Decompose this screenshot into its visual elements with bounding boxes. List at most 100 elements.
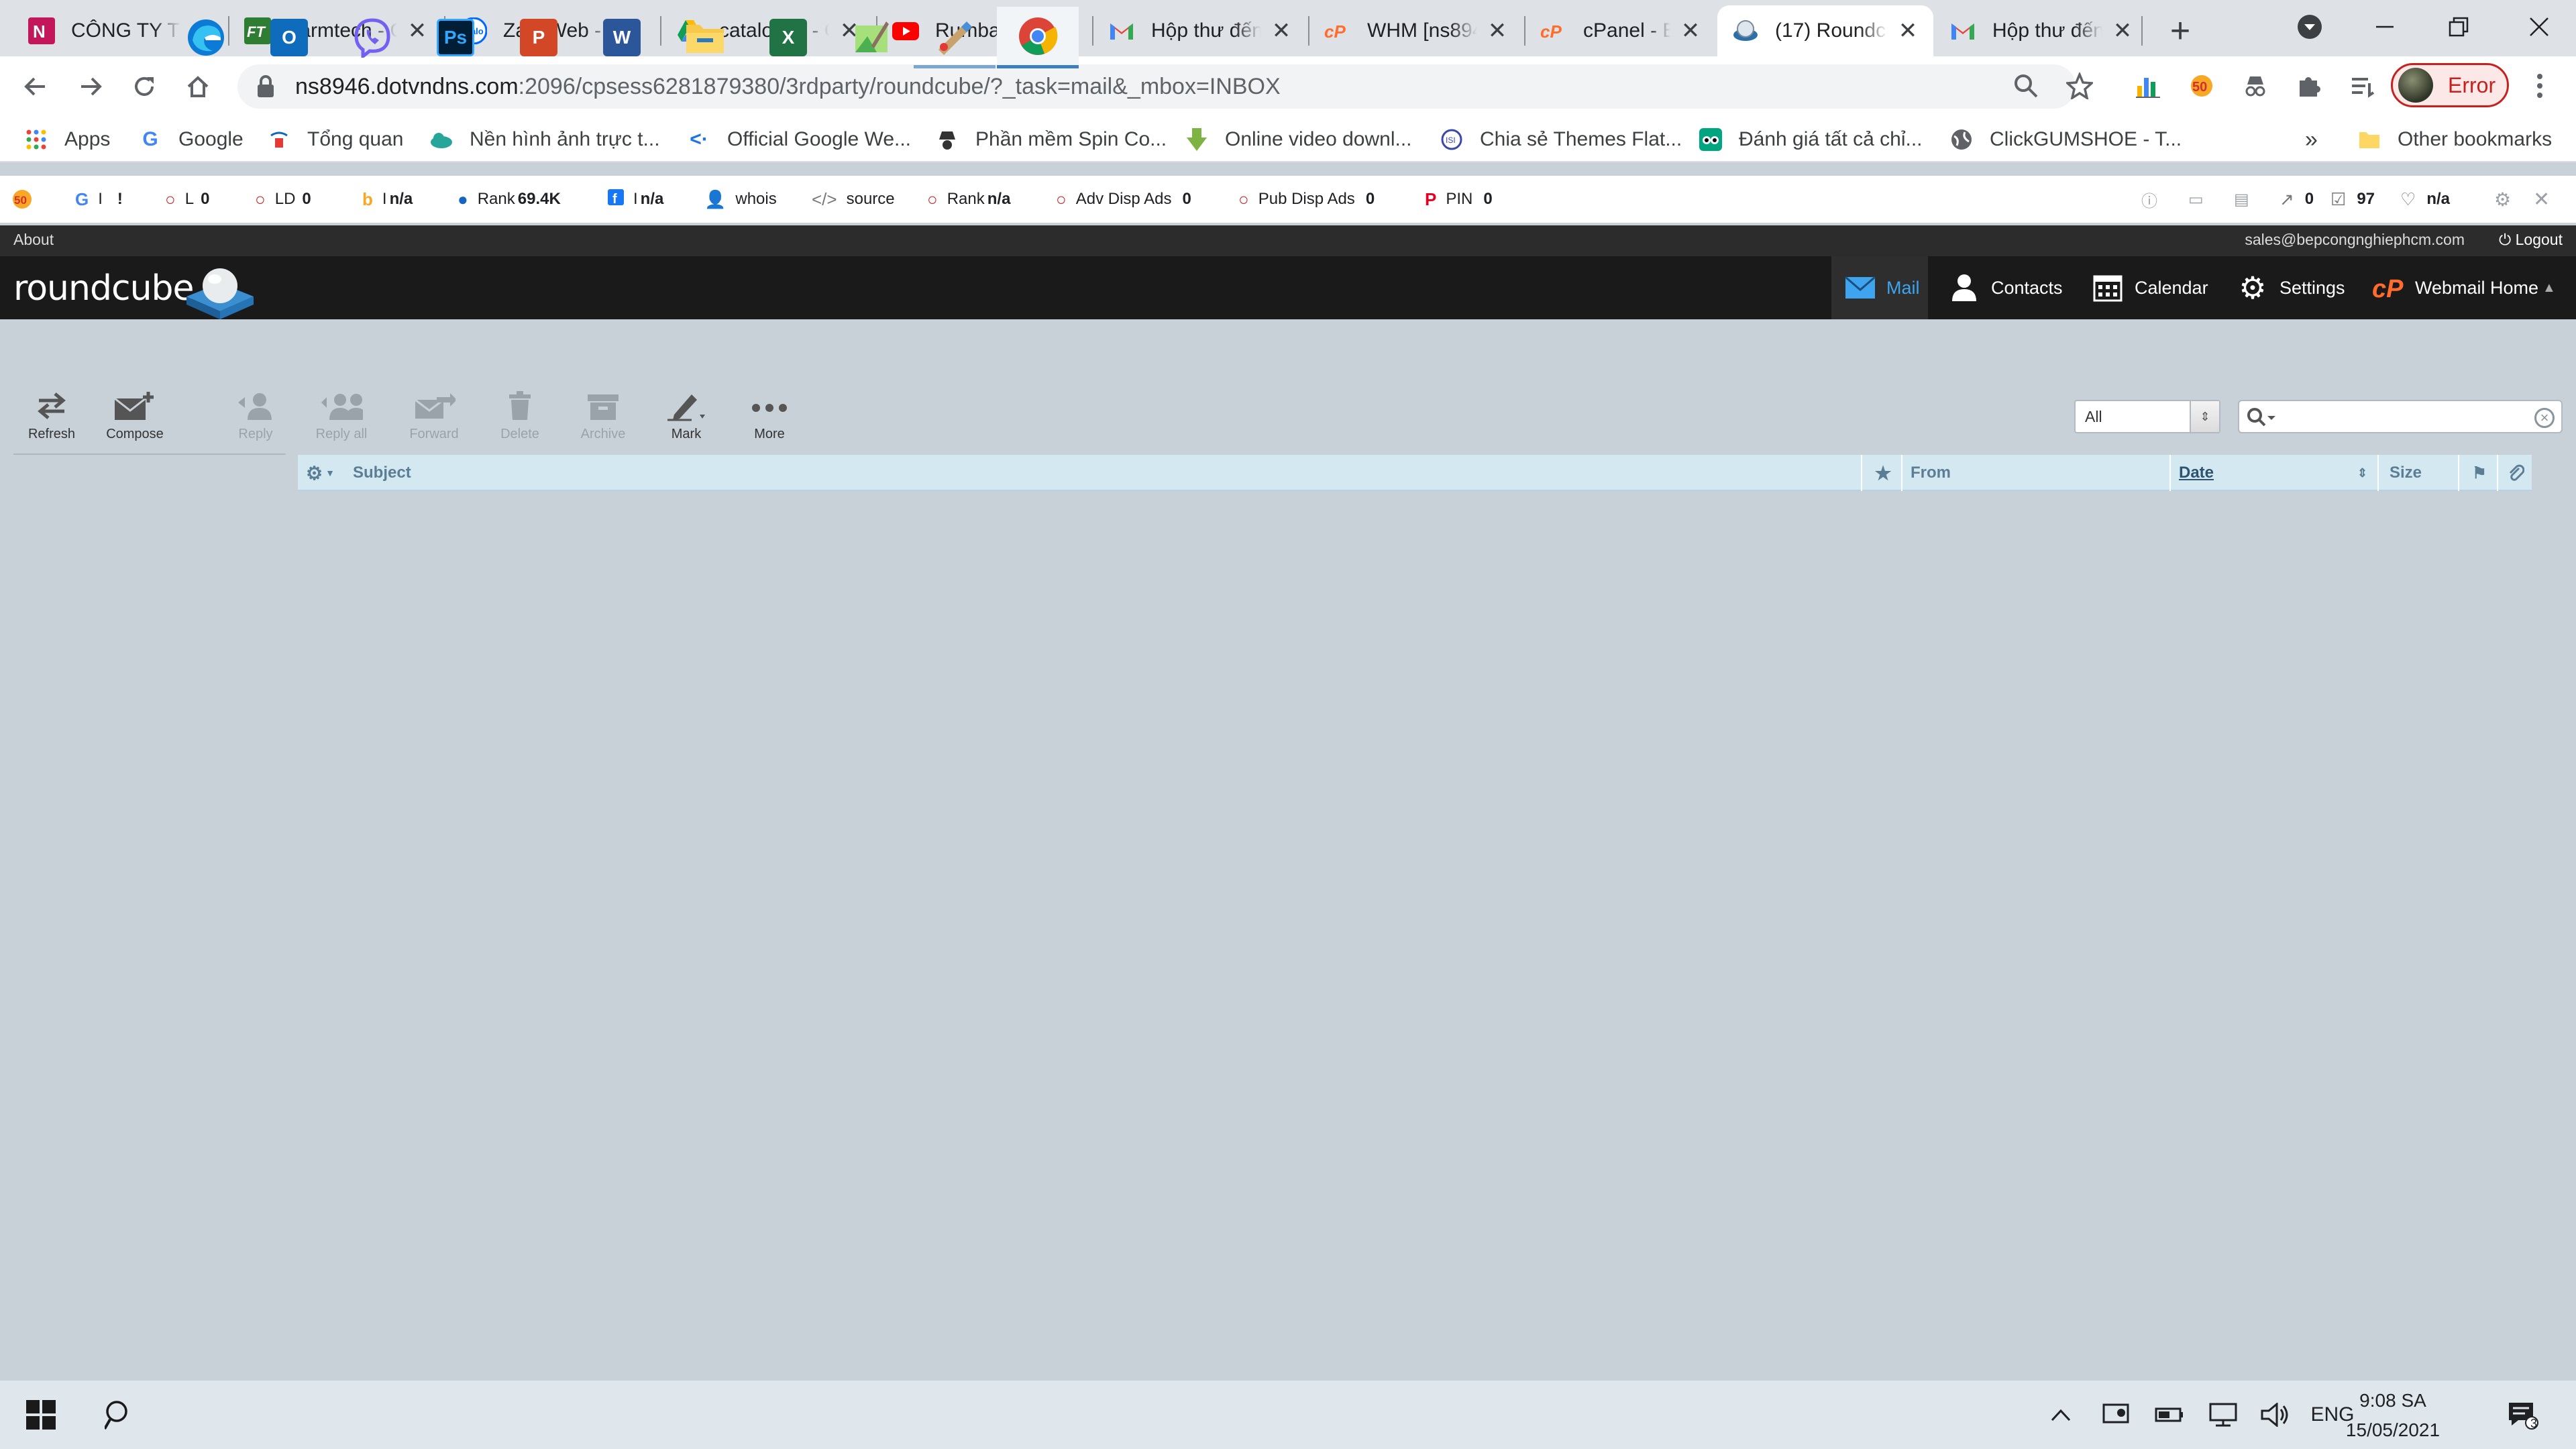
column-subject[interactable]: Subject	[353, 455, 411, 491]
reading-list-icon[interactable]	[2344, 67, 2381, 105]
seo-l-metric[interactable]: ○ L 0	[165, 176, 209, 223]
page-icon[interactable]: ▤	[2234, 176, 2249, 223]
close-icon[interactable]: ✕	[1677, 17, 1704, 44]
forward-button[interactable]: Forward	[397, 389, 471, 443]
seoquake-extension-icon[interactable]: 50	[2183, 67, 2220, 105]
bookmark-star-icon[interactable]	[2063, 70, 2096, 102]
info-icon[interactable]: ⓘ	[2141, 176, 2157, 223]
seo-adv-disp-ads[interactable]: ○ Adv Disp Ads 0	[1056, 176, 1191, 223]
message-filter-select[interactable]: All ⇕	[2074, 400, 2220, 433]
display-settings-icon[interactable]	[2096, 1381, 2136, 1449]
word-icon[interactable]: W	[581, 7, 663, 68]
compose-button[interactable]: Compose	[98, 389, 172, 443]
zoom-icon[interactable]	[2010, 70, 2042, 102]
volume-icon[interactable]	[2255, 1381, 2296, 1449]
seo-whois[interactable]: 👤 whois	[704, 176, 777, 223]
archive-button[interactable]: Archive	[566, 389, 640, 443]
paint-icon[interactable]	[914, 7, 996, 68]
excel-icon[interactable]: X	[747, 7, 829, 68]
column-flag-icon[interactable]: ⚑	[2466, 455, 2493, 491]
bookmark-clickgumshoe[interactable]: ClickGUMSHOE - T...	[1949, 123, 2182, 156]
restore-icon[interactable]	[2422, 0, 2496, 54]
incognito-extension-icon[interactable]	[2237, 67, 2274, 105]
viber-icon[interactable]	[331, 7, 413, 68]
network-icon[interactable]	[2203, 1381, 2243, 1449]
bookmark-nen-hinh-anh[interactable]: Nền hình ảnh trực t...	[429, 123, 660, 156]
tab-gmail-1[interactable]: Hộp thư đến ✕	[1093, 5, 1307, 56]
clear-search-icon[interactable]: ×	[2534, 408, 2555, 428]
bookmark-tong-quan[interactable]: Tổng quan	[267, 123, 403, 156]
seo-heart-score[interactable]: ♡ n/a	[2400, 176, 2450, 223]
chrome-menu-icon[interactable]	[2521, 67, 2559, 105]
task-menu-chevron-icon[interactable]: ▲	[2542, 256, 2556, 319]
back-icon[interactable]	[15, 66, 56, 107]
file-explorer-icon[interactable]	[664, 7, 746, 68]
seo-external-links[interactable]: ↗ 0	[2279, 176, 2314, 223]
task-calendar[interactable]: Calendar	[2078, 256, 2222, 319]
list-options-gear-icon[interactable]: ⚙ ▼	[306, 455, 335, 491]
image-viewer-icon[interactable]	[830, 7, 912, 68]
task-mail[interactable]: Mail	[1831, 256, 1928, 319]
notification-center-icon[interactable]: 3	[2496, 1381, 2549, 1449]
home-icon[interactable]	[177, 66, 219, 107]
column-date[interactable]: Date	[2179, 455, 2214, 491]
extensions-puzzle-icon[interactable]	[2290, 67, 2328, 105]
reload-icon[interactable]	[123, 66, 165, 107]
bookmark-video-downloader[interactable]: Online video downl...	[1185, 123, 1412, 156]
new-tab-plus-icon[interactable]: +	[2160, 11, 2200, 51]
logout-button[interactable]: ⏻ Logout	[2499, 231, 2563, 249]
seo-close-icon[interactable]: ✕	[2533, 176, 2550, 223]
tab-cpanel[interactable]: cP cPanel - Email ✕	[1525, 5, 1716, 56]
minimize-icon[interactable]	[2348, 0, 2422, 54]
seo-rank-2[interactable]: ○ Rank n/a	[927, 176, 1010, 223]
refresh-button[interactable]: Refresh	[15, 389, 89, 443]
task-webmail-home[interactable]: cP Webmail Home	[2359, 256, 2552, 319]
seo-check-score[interactable]: ☑ 97	[2330, 176, 2375, 223]
outlook-icon[interactable]: O	[248, 7, 330, 68]
tab-whm[interactable]: cP WHM [ns8946] ✕	[1309, 5, 1523, 56]
close-icon[interactable]: ✕	[1268, 17, 1295, 44]
roundcube-logo[interactable]: roundcube	[13, 260, 254, 319]
bookmark-phan-mem-spin[interactable]: Phần mềm Spin Co...	[935, 123, 1167, 156]
show-hidden-icons-chevron-icon[interactable]	[2041, 1381, 2081, 1449]
bookmarks-overflow-button[interactable]: »	[2305, 123, 2318, 156]
seo-pinterest[interactable]: P PIN 0	[1425, 176, 1493, 223]
column-flagged-star-icon[interactable]: ★	[1868, 455, 1898, 491]
more-button[interactable]: More	[733, 389, 806, 443]
about-link[interactable]: About	[13, 231, 54, 249]
seo-facebook[interactable]: f In/a	[608, 176, 663, 223]
windows-start-icon[interactable]	[0, 1381, 82, 1449]
delete-button[interactable]: Delete	[483, 389, 557, 443]
close-icon[interactable]: ✕	[1484, 17, 1511, 44]
tab-search-icon[interactable]	[2273, 0, 2347, 54]
seo-ld-metric[interactable]: ○ LD 0	[255, 176, 311, 223]
bookmark-apps[interactable]: Apps	[24, 123, 110, 156]
tab-roundcube-active[interactable]: (17) Roundcube ✕	[1717, 5, 1933, 56]
close-window-icon[interactable]	[2502, 0, 2576, 54]
bookmark-google[interactable]: G Google	[138, 123, 243, 156]
mark-button[interactable]: Mark	[649, 389, 723, 443]
mail-search-input[interactable]: ×	[2238, 400, 2563, 433]
seo-settings-gear-icon[interactable]: ⚙	[2494, 176, 2511, 223]
battery-icon[interactable]	[2149, 1381, 2190, 1449]
seo-pub-disp-ads[interactable]: ○ Pub Disp Ads 0	[1238, 176, 1375, 223]
task-settings[interactable]: ⚙ Settings	[2223, 256, 2359, 319]
search-options-icon[interactable]	[2246, 407, 2278, 429]
close-icon[interactable]: ✕	[1894, 17, 1921, 44]
edge-icon[interactable]	[165, 7, 247, 68]
taskbar-search-icon[interactable]	[79, 1381, 161, 1449]
photoshop-icon[interactable]: Ps	[415, 7, 496, 68]
close-icon[interactable]: ✕	[2109, 17, 2136, 44]
bookmark-other[interactable]: Other bookmarks	[2357, 123, 2552, 156]
bookmark-official-google[interactable]: <· Official Google We...	[687, 123, 911, 156]
seo-google-index[interactable]: G I!	[75, 176, 123, 223]
reply-button[interactable]: Reply	[219, 389, 292, 443]
sort-order-icon[interactable]: ⇕	[2357, 455, 2367, 491]
taskbar-clock[interactable]: 9:08 SA 15/05/2021	[2343, 1386, 2443, 1445]
forward-icon[interactable]	[70, 66, 111, 107]
bookmark-danh-gia[interactable]: Đánh giá tất cả chỉ...	[1699, 123, 1923, 156]
task-contacts[interactable]: Contacts	[1935, 256, 2076, 319]
chrome-icon[interactable]	[997, 7, 1079, 68]
column-attachment-icon[interactable]	[2501, 455, 2530, 491]
reply-all-button[interactable]: Reply all	[305, 389, 378, 443]
